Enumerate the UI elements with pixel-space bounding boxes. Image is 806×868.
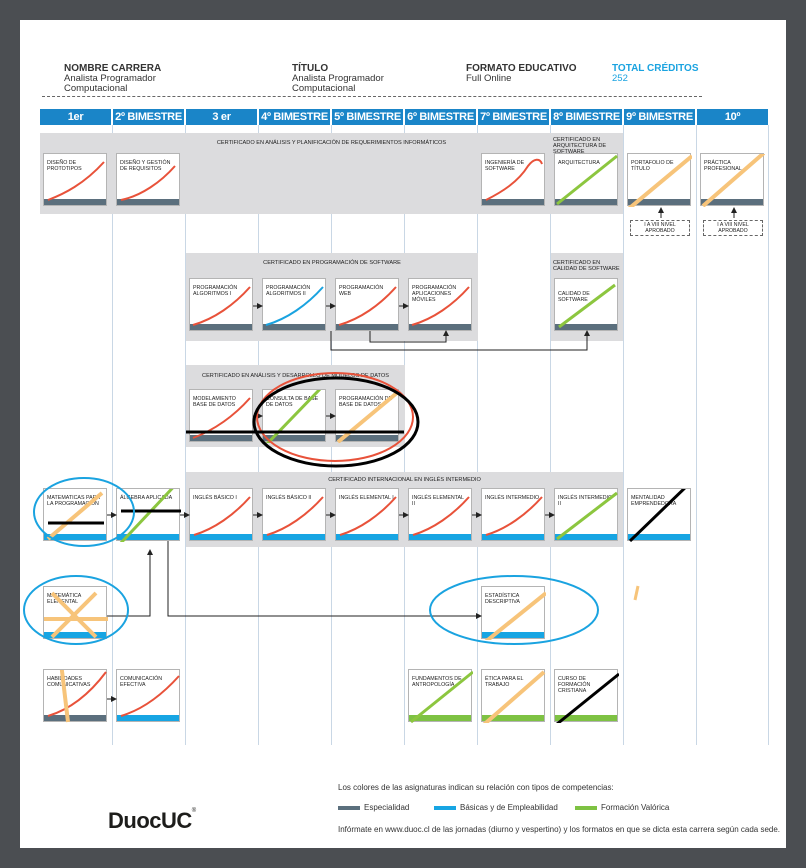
legend-swatch xyxy=(338,805,360,810)
legend-label: Formación Valórica xyxy=(601,803,670,812)
legend-swatch xyxy=(575,805,597,810)
footer-info: Infórmate en www.duoc.cl de las jornadas… xyxy=(338,825,781,834)
curriculum-sheet: NOMBRE CARRERA Analista Programador Comp… xyxy=(20,20,786,848)
legend-valorica: Formación Valórica xyxy=(575,803,669,812)
prerequisite-arrows xyxy=(23,207,737,702)
logo-text: DuocUC xyxy=(108,808,192,833)
legend-label: Especialidad xyxy=(364,803,410,812)
legend-basicas: Básicas y de Empleabilidad xyxy=(434,803,558,812)
legend-especialidad: Especialidad xyxy=(338,803,409,812)
duoc-logo: DuocUC® xyxy=(108,808,196,834)
registered-mark: ® xyxy=(191,808,196,814)
legend-intro: Los colores de las asignaturas indican s… xyxy=(338,783,614,792)
legend-label: Básicas y de Empleabilidad xyxy=(460,803,558,812)
legend-swatch xyxy=(434,805,456,810)
